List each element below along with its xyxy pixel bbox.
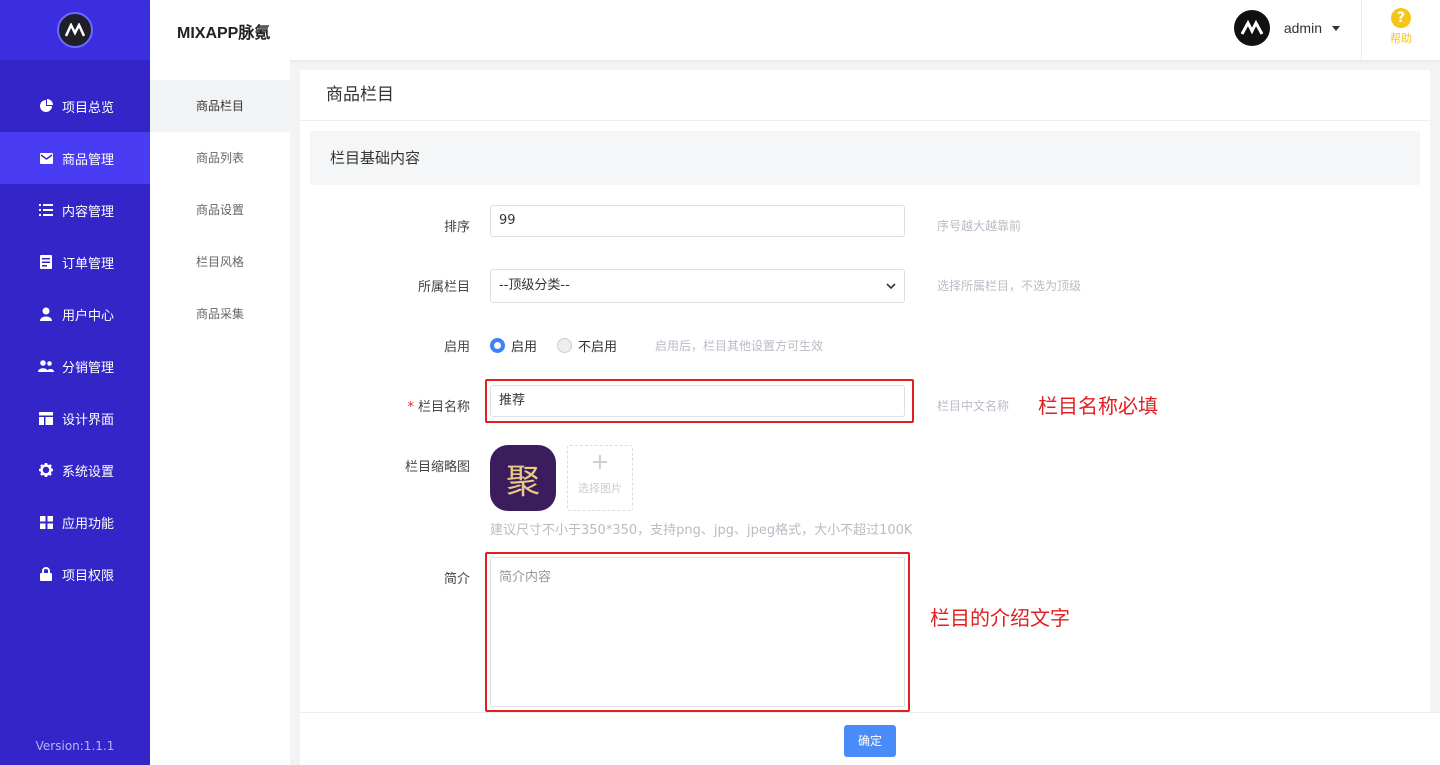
logo-icon [57, 12, 93, 48]
sort-hint: 序号越大越靠前 [937, 219, 1022, 233]
sidebar-item-label: 订单管理 [62, 256, 115, 272]
sidebar-item-label: 分销管理 [62, 360, 115, 376]
divider [1361, 0, 1362, 60]
sidebar-item-products[interactable]: 商品管理 [0, 132, 150, 184]
help-label: 帮助 [1390, 32, 1412, 45]
name-label: * 栏目名称 [310, 396, 470, 415]
confirm-button[interactable]: 确定 [844, 725, 896, 757]
sort-label: 排序 [443, 220, 470, 235]
sidebar-item-permissions[interactable]: 项目权限 [0, 548, 150, 600]
name-input[interactable]: 推荐 [490, 385, 905, 417]
document-icon [38, 254, 54, 270]
subnav-item-categories[interactable]: 商品栏目 [150, 80, 290, 132]
secondary-sidebar: 商品栏目 商品列表 商品设置 栏目风格 商品采集 [150, 60, 290, 765]
mail-icon [38, 150, 54, 166]
logo[interactable] [0, 0, 150, 60]
sidebar-item-label: 设计界面 [62, 412, 115, 428]
users-icon [38, 358, 54, 374]
sidebar-item-design[interactable]: 设计界面 [0, 392, 150, 444]
required-mark: * [407, 400, 414, 415]
thumbnail-char: 聚 [506, 461, 540, 502]
subnav-item-category-style[interactable]: 栏目风格 [150, 236, 290, 288]
thumbnail-image[interactable]: 聚 [490, 445, 556, 511]
help-button[interactable]: ? 帮助 [1386, 8, 1416, 46]
sort-input[interactable]: 99 [490, 205, 905, 237]
upload-label: 选择图片 [578, 482, 622, 495]
subnav-item-product-settings[interactable]: 商品设置 [150, 184, 290, 236]
sidebar-nav: 项目总览 商品管理 内容管理 订单管理 用户中心 分销管理 设计界面 系统设置 [0, 80, 150, 600]
name-hint: 栏目中文名称 [937, 399, 1010, 413]
sidebar-item-label: 内容管理 [62, 204, 115, 220]
radio-unchecked-icon [557, 338, 573, 353]
enable-hint: 启用后，栏目其他设置方可生效 [655, 339, 824, 353]
user-menu[interactable]: admin [1233, 10, 1340, 46]
sidebar-item-settings[interactable]: 系统设置 [0, 444, 150, 496]
brand-title: MIXAPP脉氪 [177, 25, 271, 42]
main-sidebar: 项目总览 商品管理 内容管理 订单管理 用户中心 分销管理 设计界面 系统设置 [0, 0, 150, 765]
main-panel: 商品栏目 栏目基础内容 排序 99 序号越大越靠前 所属栏目 --顶级分类-- … [300, 70, 1430, 765]
enable-radio-group: 启用 不启用 启用后，栏目其他设置方可生效 [490, 336, 823, 355]
sidebar-item-orders[interactable]: 订单管理 [0, 236, 150, 288]
parent-label: 所属栏目 [417, 280, 470, 295]
thumb-label: 栏目缩略图 [404, 460, 470, 475]
footer-bar: 确定 [300, 712, 1440, 765]
subnav-item-product-list[interactable]: 商品列表 [150, 132, 290, 184]
parent-hint: 选择所属栏目，不选为顶级 [937, 279, 1082, 293]
intro-annotation: 栏目的介绍文字 [930, 606, 1070, 630]
sidebar-item-label: 用户中心 [62, 308, 115, 324]
radio-label: 不启用 [578, 340, 618, 355]
subnav-item-product-collect[interactable]: 商品采集 [150, 288, 290, 340]
chevron-down-icon [886, 271, 896, 301]
sidebar-item-users[interactable]: 用户中心 [0, 288, 150, 340]
gear-icon [38, 462, 54, 478]
top-header: MIXAPP脉氪 admin ? 帮助 [150, 0, 1440, 60]
intro-label: 简介 [443, 572, 470, 587]
parent-select-value: --顶级分类-- [499, 278, 570, 293]
list-icon [38, 202, 54, 218]
page-title: 商品栏目 [300, 70, 1430, 121]
sidebar-item-apps[interactable]: 应用功能 [0, 496, 150, 548]
enable-radio-off[interactable]: 不启用 [557, 336, 617, 355]
username[interactable]: admin [1284, 20, 1322, 36]
name-annotation: 栏目名称必填 [1038, 394, 1158, 418]
sidebar-item-label: 商品管理 [62, 152, 115, 168]
section-title: 栏目基础内容 [310, 131, 1420, 185]
version-label: Version:1.1.1 [35, 739, 115, 753]
sidebar-item-label: 项目总览 [62, 100, 115, 116]
enable-radio-on[interactable]: 启用 [490, 336, 537, 355]
sidebar-item-label: 应用功能 [62, 516, 115, 532]
grid-icon [38, 514, 54, 530]
user-icon [38, 306, 54, 322]
radio-label: 启用 [511, 340, 538, 355]
sidebar-item-label: 系统设置 [62, 464, 115, 480]
layout-icon [38, 410, 54, 426]
thumb-hint: 建议尺寸不小于350*350，支持png、jpg、jpeg格式，大小不超过100… [490, 523, 913, 538]
name-label-text: 栏目名称 [417, 400, 470, 415]
caret-down-icon[interactable] [1332, 25, 1340, 31]
lock-icon [38, 566, 54, 582]
sidebar-item-label: 项目权限 [62, 568, 115, 584]
avatar[interactable] [1233, 10, 1270, 46]
parent-select[interactable]: --顶级分类-- [490, 269, 905, 303]
radio-checked-icon [490, 338, 505, 353]
sidebar-item-overview[interactable]: 项目总览 [0, 80, 150, 132]
help-icon: ? [1391, 8, 1411, 28]
intro-textarea[interactable]: 简介内容 [490, 557, 905, 707]
sidebar-item-distribution[interactable]: 分销管理 [0, 340, 150, 392]
sidebar-item-content[interactable]: 内容管理 [0, 184, 150, 236]
upload-image-button[interactable]: + 选择图片 [567, 445, 633, 511]
enable-label: 启用 [443, 340, 470, 355]
plus-icon: + [590, 450, 610, 475]
pie-chart-icon [38, 98, 54, 114]
